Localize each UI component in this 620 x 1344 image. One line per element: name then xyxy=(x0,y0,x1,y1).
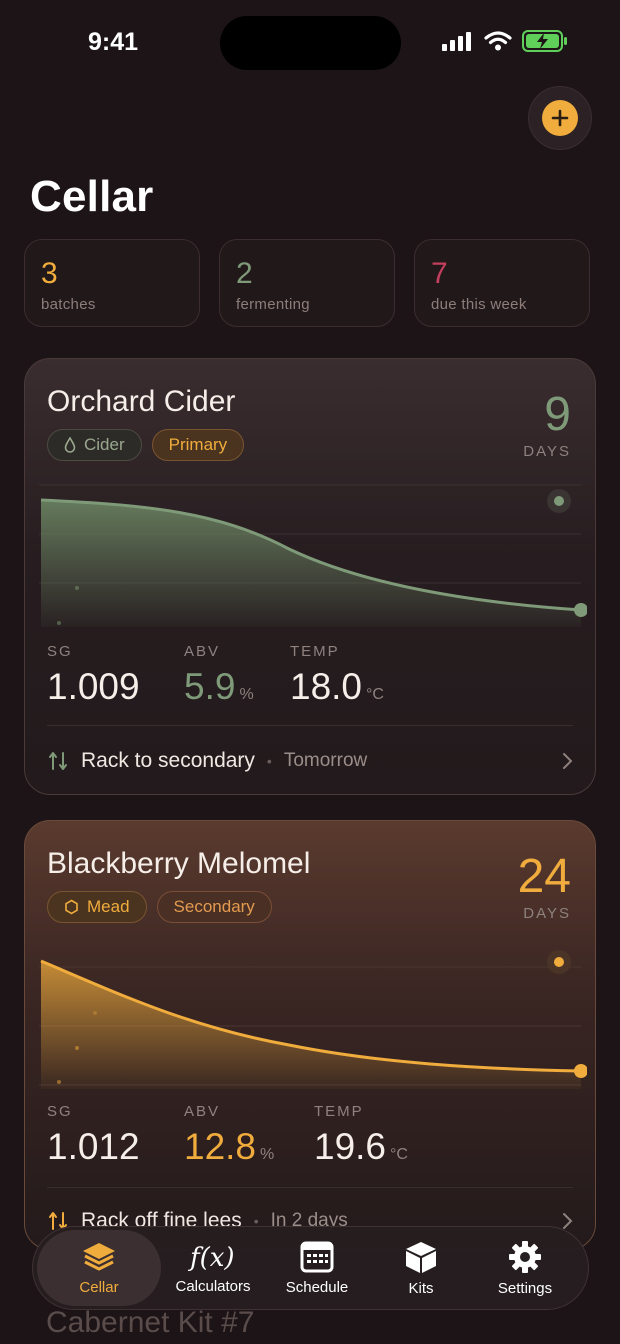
signal-icon xyxy=(442,32,471,51)
status-time: 9:41 xyxy=(88,28,139,56)
days-count: 24 xyxy=(517,850,571,903)
tab-schedule[interactable]: Schedule xyxy=(265,1230,369,1306)
dynamic-island xyxy=(220,16,401,70)
type-tag: Cider xyxy=(47,429,142,461)
task-when: Tomorrow xyxy=(283,750,368,771)
stat-value: 3 xyxy=(41,257,58,290)
stats-row: 3 batches 2 fermenting 7 due this week xyxy=(24,239,590,327)
days-count: 9 xyxy=(544,388,571,441)
metric-sg: SG 1.009 xyxy=(47,643,184,708)
batch-metrics: SG 1.009 ABV 5.9% TEMP 18.0 °C xyxy=(47,643,384,708)
tab-label: Kits xyxy=(408,1279,434,1297)
batch-name: Orchard Cider xyxy=(47,385,236,418)
stat-label: due this week xyxy=(431,296,527,313)
type-tag: Mead xyxy=(47,891,147,923)
drop-icon xyxy=(64,437,76,453)
metric-value: 12.8 xyxy=(184,1126,257,1167)
metric-unit: °C xyxy=(366,686,384,703)
metric-abv: ABV 12.8% xyxy=(184,1103,314,1168)
metric-unit: % xyxy=(239,686,254,703)
layers-icon xyxy=(83,1242,115,1270)
stat-label: fermenting xyxy=(236,296,310,313)
divider xyxy=(47,1187,573,1188)
tab-bar: Cellar ƒ(x) Calculators Schedule Kits Se… xyxy=(32,1226,589,1310)
stat-batches[interactable]: 3 batches xyxy=(24,239,200,327)
tab-label: Settings xyxy=(497,1279,553,1297)
metric-value: 5.9 xyxy=(184,666,236,707)
stat-fermenting[interactable]: 2 fermenting xyxy=(219,239,395,327)
metric-value: 1.009 xyxy=(47,666,140,707)
stat-value: 7 xyxy=(431,257,448,290)
batch-card[interactable]: Blackberry Melomel 24 DAYS Mead Secondar… xyxy=(24,820,596,1250)
metric-unit: °C xyxy=(390,1146,408,1163)
calendar-icon xyxy=(300,1241,334,1272)
add-batch-button[interactable] xyxy=(528,86,592,150)
hexagon-icon xyxy=(65,899,78,915)
batch-name: Blackberry Melomel xyxy=(47,847,311,880)
metric-temp: TEMP 18.0 °C xyxy=(290,643,384,708)
batch-tags: Cider Primary xyxy=(47,429,245,461)
type-tag-label: Cider xyxy=(84,435,125,454)
task-text: Rack to secondary xyxy=(81,749,255,772)
status-icons xyxy=(442,30,568,52)
days-label: DAYS xyxy=(523,905,571,922)
tab-kits[interactable]: Kits xyxy=(369,1230,473,1306)
svg-text:ƒ(x): ƒ(x) xyxy=(188,1243,235,1272)
gravity-graph xyxy=(39,484,587,627)
tab-label: Schedule xyxy=(285,1278,349,1296)
tab-label: Calculators xyxy=(175,1277,251,1295)
next-task-row[interactable]: Rack to secondary • Tomorrow xyxy=(47,749,573,773)
tab-label: Cellar xyxy=(79,1278,119,1296)
metric-label: TEMP xyxy=(314,1103,364,1120)
function-icon: ƒ(x) xyxy=(188,1243,235,1272)
chevron-right-icon xyxy=(563,1213,573,1229)
transfer-icon xyxy=(49,752,67,770)
tab-calculators[interactable]: ƒ(x) Calculators xyxy=(161,1230,265,1306)
metric-temp: TEMP 19.6 °C xyxy=(314,1103,408,1168)
batch-tags: Mead Secondary xyxy=(47,891,272,923)
stage-tag: Secondary xyxy=(156,891,272,923)
gear-icon xyxy=(509,1240,541,1273)
page-title: Cellar xyxy=(30,172,154,221)
batch-card[interactable]: Orchard Cider 9 DAYS Cider Primary SG 1.… xyxy=(24,358,596,795)
metric-sg: SG 1.012 xyxy=(47,1103,184,1168)
tab-settings[interactable]: Settings xyxy=(473,1230,577,1306)
separator-dot: • xyxy=(266,753,272,769)
metric-label: ABV xyxy=(184,643,221,660)
stat-value: 2 xyxy=(236,257,253,290)
metric-label: ABV xyxy=(184,1103,221,1120)
stat-label: batches xyxy=(41,296,96,313)
metric-label: TEMP xyxy=(290,643,340,660)
tab-cellar[interactable]: Cellar xyxy=(37,1230,161,1306)
gravity-graph xyxy=(39,950,587,1089)
battery-icon xyxy=(522,30,567,52)
metric-label: SG xyxy=(47,1103,73,1120)
metric-abv: ABV 5.9% xyxy=(184,643,290,708)
stage-tag: Primary xyxy=(151,429,245,461)
stat-due[interactable]: 7 due this week xyxy=(414,239,590,327)
metric-value: 18.0 xyxy=(290,666,363,707)
plus-icon xyxy=(551,109,569,127)
chevron-right-icon xyxy=(563,753,573,769)
wifi-icon xyxy=(484,31,512,51)
type-tag-label: Mead xyxy=(87,897,130,916)
divider xyxy=(47,725,573,726)
days-label: DAYS xyxy=(523,443,571,460)
metric-unit: % xyxy=(260,1146,275,1163)
box-icon xyxy=(406,1241,436,1273)
batch-metrics: SG 1.012 ABV 12.8% TEMP 19.6 °C xyxy=(47,1103,408,1168)
metric-value: 1.012 xyxy=(47,1126,140,1167)
metric-label: SG xyxy=(47,643,73,660)
metric-value: 19.6 xyxy=(314,1126,387,1167)
peek-card-name: Cabernet Kit #7 xyxy=(46,1306,255,1339)
